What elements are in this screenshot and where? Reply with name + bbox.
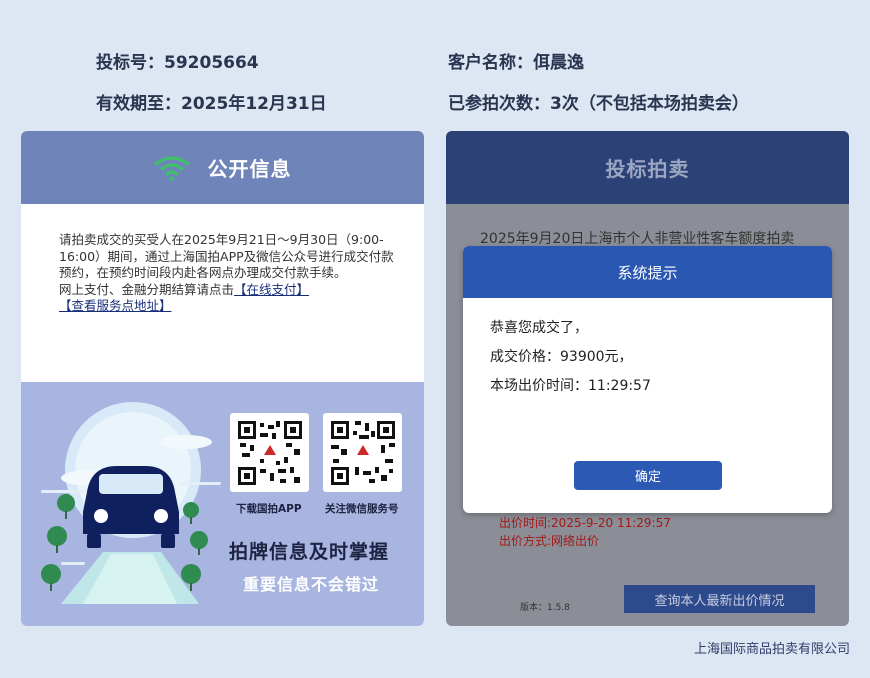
panel-title: 公开信息 xyxy=(207,157,292,181)
query-latest-bid-button[interactable]: 查询本人最新出价情况 xyxy=(624,585,815,613)
dialog-line-congrats: 恭喜您成交了， xyxy=(490,320,588,336)
system-dialog: 系统提示 恭喜您成交了， 成交价格：93900元， 本场出价时间：11:29:5… xyxy=(463,246,832,513)
qr-code-icon xyxy=(235,418,304,487)
auction-header: 投标拍卖 xyxy=(446,131,849,204)
bid-number: 投标号：59205664 xyxy=(96,53,259,73)
public-info-header: 公开信息 xyxy=(21,131,424,204)
payment-text: 网上支付、金融分期结算请点击 xyxy=(59,281,235,297)
panel-title: 投标拍卖 xyxy=(605,157,690,181)
confirm-button[interactable]: 确定 xyxy=(574,461,722,490)
online-pay-link[interactable]: 【在线支付】 xyxy=(234,282,309,297)
version-label: 版本：1.5.8 xyxy=(520,603,570,613)
notice-text: 请拍卖成交的买受人在2025年9月21日～9月30日（9:00-16:00）期间… xyxy=(59,232,394,280)
auction-count: 已参拍次数：3次（不包括本场拍卖会） xyxy=(448,94,749,114)
wechat-qr-caption: 关注微信服务号 xyxy=(325,503,399,515)
dialog-line-time: 本场出价时间：11:29:57 xyxy=(490,378,651,394)
dialog-body: 恭喜您成交了， 成交价格：93900元， 本场出价时间：11:29:57 xyxy=(463,298,832,401)
bid-method-line: 出价方式:网络出价 xyxy=(499,534,600,548)
dialog-title: 系统提示 xyxy=(463,246,832,298)
app-qr-code[interactable] xyxy=(230,413,309,492)
app-qr-caption: 下载国拍APP xyxy=(236,503,302,515)
auction-heading: 2025年9月20日上海市个人非营业性客车额度拍卖 xyxy=(480,231,795,247)
public-info-panel: 公开信息 请拍卖成交的买受人在2025年9月21日～9月30日（9:00-16:… xyxy=(21,131,424,626)
valid-until: 有效期至：2025年12月31日 xyxy=(96,94,327,114)
wechat-qr-code[interactable] xyxy=(323,413,402,492)
bid-time-line: 出价时间:2025-9-20 11:29:57 xyxy=(499,516,671,530)
service-address-link[interactable]: 【查看服务点地址】 xyxy=(59,298,172,313)
car-illustration xyxy=(41,402,221,604)
customer-name: 客户名称：佴晨逸 xyxy=(448,53,584,73)
slogan-sub: 重要信息不会错过 xyxy=(243,575,380,594)
promo-area: 下载国拍APP 关注微信服务号 拍牌信息及时掌握 重要信息不会错过 xyxy=(21,382,424,626)
wifi-icon xyxy=(153,155,190,181)
dialog-line-price: 成交价格：93900元， xyxy=(490,349,633,365)
notice-body: 请拍卖成交的买受人在2025年9月21日～9月30日（9:00-16:00）期间… xyxy=(21,204,424,382)
company-footer: 上海国际商品拍卖有限公司 xyxy=(693,642,850,657)
qr-code-icon xyxy=(328,418,397,487)
slogan-main: 拍牌信息及时掌握 xyxy=(229,541,390,563)
